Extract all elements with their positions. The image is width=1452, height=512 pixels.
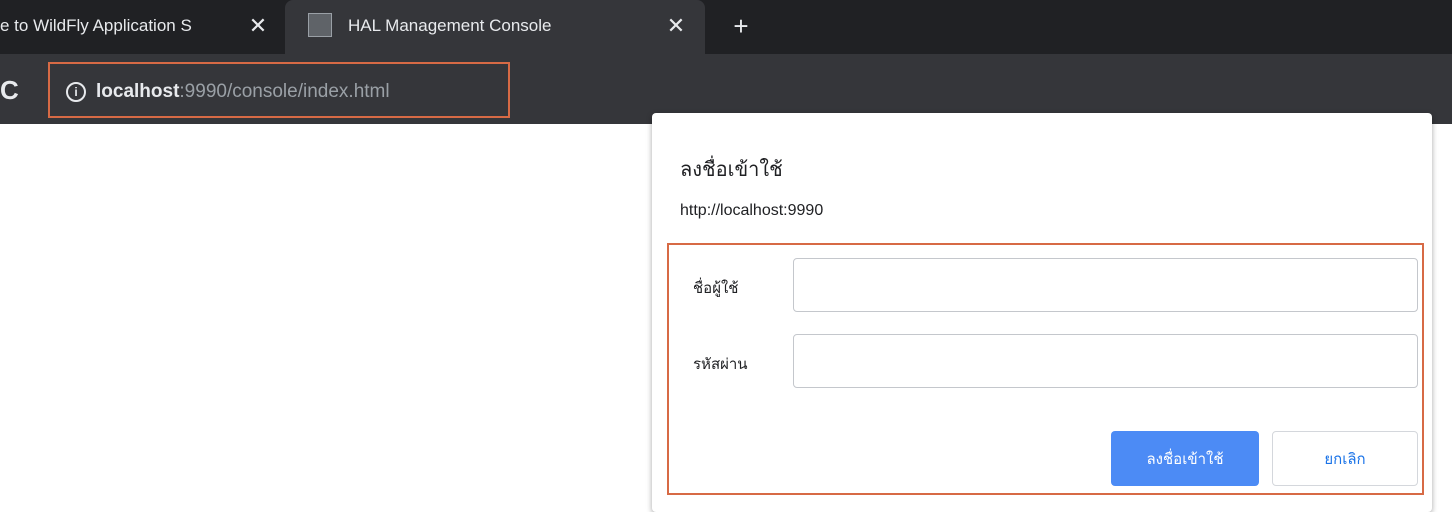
form-highlight: ชื่อผู้ใช้ รหัสผ่าน ลงชื่อเข้าใช้ ยกเลิก (667, 243, 1424, 495)
dialog-origin: http://localhost:9990 (680, 202, 824, 219)
address-bar[interactable]: i localhost:9990/console/index.html (60, 72, 500, 112)
tab-close-icon[interactable]: ✕ (663, 13, 689, 39)
password-label: รหัสผ่าน (693, 356, 748, 373)
dialog-title: ลงชื่อเข้าใช้ (680, 159, 783, 181)
info-icon[interactable]: i (66, 82, 86, 102)
tab-title: e to WildFly Application S (0, 16, 192, 35)
sign-in-button[interactable]: ลงชื่อเข้าใช้ (1111, 431, 1259, 486)
tab-title: HAL Management Console (348, 16, 552, 35)
tab-wildfly[interactable]: e to WildFly Application S ✕ (0, 0, 285, 54)
username-input[interactable] (793, 258, 1418, 312)
url-host: localhost (96, 81, 180, 102)
address-bar-highlight: i localhost:9990/console/index.html (48, 62, 510, 118)
username-label: ชื่อผู้ใช้ (693, 280, 739, 297)
new-tab-plus-icon[interactable]: + (724, 10, 758, 44)
tab-hal-console[interactable]: HAL Management Console ✕ (285, 0, 705, 54)
reload-icon[interactable]: C (0, 76, 30, 106)
url-path: :9990/console/index.html (179, 81, 390, 102)
password-input[interactable] (793, 334, 1418, 388)
tab-strip: e to WildFly Application S ✕ HAL Managem… (0, 0, 1452, 54)
favicon-icon (308, 13, 332, 37)
tab-close-icon[interactable]: ✕ (245, 13, 271, 39)
url-text: localhost:9990/console/index.html (96, 81, 390, 103)
sign-in-dialog: ลงชื่อเข้าใช้ http://localhost:9990 ชื่อ… (652, 113, 1432, 512)
cancel-button[interactable]: ยกเลิก (1272, 431, 1418, 486)
